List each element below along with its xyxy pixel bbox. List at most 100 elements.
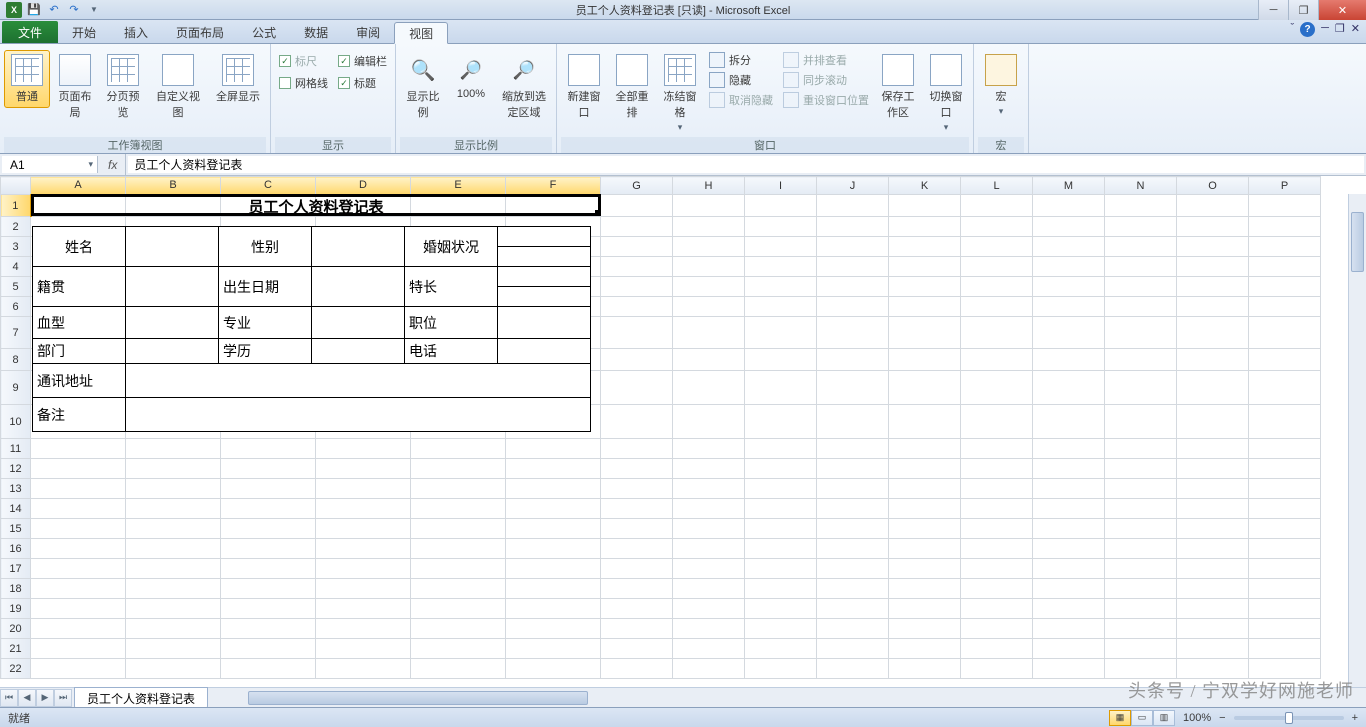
row-header-6[interactable]: 6 [1, 297, 31, 317]
cell-O12[interactable] [1177, 459, 1249, 479]
cell-G22[interactable] [601, 659, 673, 679]
cell-I16[interactable] [745, 539, 817, 559]
cell-E13[interactable] [411, 479, 506, 499]
cell-M22[interactable] [1033, 659, 1105, 679]
formulabar-checkbox[interactable]: ✓编辑栏 [334, 50, 391, 72]
vscroll-thumb[interactable] [1351, 212, 1364, 272]
gridlines-checkbox[interactable]: 网格线 [275, 72, 332, 94]
formula-input[interactable]: 员工个人资料登记表 [128, 156, 1364, 173]
row-header-15[interactable]: 15 [1, 519, 31, 539]
cell-B21[interactable] [126, 639, 221, 659]
cell-I6[interactable] [745, 297, 817, 317]
cell-M20[interactable] [1033, 619, 1105, 639]
new-window-button[interactable]: 新建窗口 [561, 50, 607, 124]
cell-K13[interactable] [889, 479, 961, 499]
cell-K17[interactable] [889, 559, 961, 579]
cell-J4[interactable] [817, 257, 889, 277]
tab-view[interactable]: 视图 [394, 22, 448, 44]
cell-C17[interactable] [221, 559, 316, 579]
cell-P10[interactable] [1249, 405, 1321, 439]
cell-N5[interactable] [1105, 277, 1177, 297]
cell-O13[interactable] [1177, 479, 1249, 499]
cell-O19[interactable] [1177, 599, 1249, 619]
row-header-11[interactable]: 11 [1, 439, 31, 459]
cell-M17[interactable] [1033, 559, 1105, 579]
cell-B14[interactable] [126, 499, 221, 519]
cell-edu-value[interactable] [312, 339, 405, 364]
cell-E11[interactable] [411, 439, 506, 459]
zoom-button[interactable]: 🔍 显示比例 [400, 50, 446, 124]
cell-N19[interactable] [1105, 599, 1177, 619]
cell-I15[interactable] [745, 519, 817, 539]
cell-M14[interactable] [1033, 499, 1105, 519]
cell-D17[interactable] [316, 559, 411, 579]
cell-L15[interactable] [961, 519, 1033, 539]
zoom-selection-button[interactable]: 🔎 缩放到选定区域 [496, 50, 552, 124]
cell-M18[interactable] [1033, 579, 1105, 599]
col-header-G[interactable]: G [601, 177, 673, 195]
cell-N10[interactable] [1105, 405, 1177, 439]
cell-O18[interactable] [1177, 579, 1249, 599]
cell-K8[interactable] [889, 349, 961, 371]
cell-I20[interactable] [745, 619, 817, 639]
cell-C18[interactable] [221, 579, 316, 599]
cell-B17[interactable] [126, 559, 221, 579]
cell-E15[interactable] [411, 519, 506, 539]
col-header-A[interactable]: A [31, 177, 126, 195]
cell-O6[interactable] [1177, 297, 1249, 317]
cell-J12[interactable] [817, 459, 889, 479]
row-header-9[interactable]: 9 [1, 371, 31, 405]
cell-K6[interactable] [889, 297, 961, 317]
cell-N3[interactable] [1105, 237, 1177, 257]
cell-D20[interactable] [316, 619, 411, 639]
doc-minimize-icon[interactable]: ─ [1321, 22, 1329, 37]
cell-A18[interactable] [31, 579, 126, 599]
cell-J21[interactable] [817, 639, 889, 659]
cell-E14[interactable] [411, 499, 506, 519]
cell-M21[interactable] [1033, 639, 1105, 659]
cell-K7[interactable] [889, 317, 961, 349]
cell-I8[interactable] [745, 349, 817, 371]
cell-L10[interactable] [961, 405, 1033, 439]
normal-view-button[interactable]: 普通 [4, 50, 50, 108]
cell-C20[interactable] [221, 619, 316, 639]
tab-pagelayout[interactable]: 页面布局 [162, 21, 238, 43]
cell-H17[interactable] [673, 559, 745, 579]
cell-marital-value-1[interactable] [498, 227, 591, 247]
cell-I3[interactable] [745, 237, 817, 257]
cell-H16[interactable] [673, 539, 745, 559]
cell-A20[interactable] [31, 619, 126, 639]
cell-A22[interactable] [31, 659, 126, 679]
cell-P3[interactable] [1249, 237, 1321, 257]
row-header-16[interactable]: 16 [1, 539, 31, 559]
cell-native-value[interactable] [126, 267, 219, 307]
view-pagebreak-button[interactable]: ▥ [1153, 710, 1175, 726]
fullscreen-button[interactable]: 全屏显示 [210, 50, 266, 108]
cell-C22[interactable] [221, 659, 316, 679]
row-header-20[interactable]: 20 [1, 619, 31, 639]
cell-H7[interactable] [673, 317, 745, 349]
cell-O2[interactable] [1177, 217, 1249, 237]
cell-L3[interactable] [961, 237, 1033, 257]
cell-N7[interactable] [1105, 317, 1177, 349]
cell-H4[interactable] [673, 257, 745, 277]
cell-O20[interactable] [1177, 619, 1249, 639]
row-header-12[interactable]: 12 [1, 459, 31, 479]
cell-F17[interactable] [506, 559, 601, 579]
cell-C12[interactable] [221, 459, 316, 479]
cell-H14[interactable] [673, 499, 745, 519]
cell-K9[interactable] [889, 371, 961, 405]
col-header-K[interactable]: K [889, 177, 961, 195]
cell-D13[interactable] [316, 479, 411, 499]
cell-M10[interactable] [1033, 405, 1105, 439]
cell-G1[interactable] [601, 195, 673, 217]
row-header-4[interactable]: 4 [1, 257, 31, 277]
cell-P2[interactable] [1249, 217, 1321, 237]
minimize-button[interactable]: ─ [1258, 0, 1288, 20]
cell-O9[interactable] [1177, 371, 1249, 405]
cell-E22[interactable] [411, 659, 506, 679]
cell-J20[interactable] [817, 619, 889, 639]
cell-L22[interactable] [961, 659, 1033, 679]
cell-H12[interactable] [673, 459, 745, 479]
cell-H5[interactable] [673, 277, 745, 297]
